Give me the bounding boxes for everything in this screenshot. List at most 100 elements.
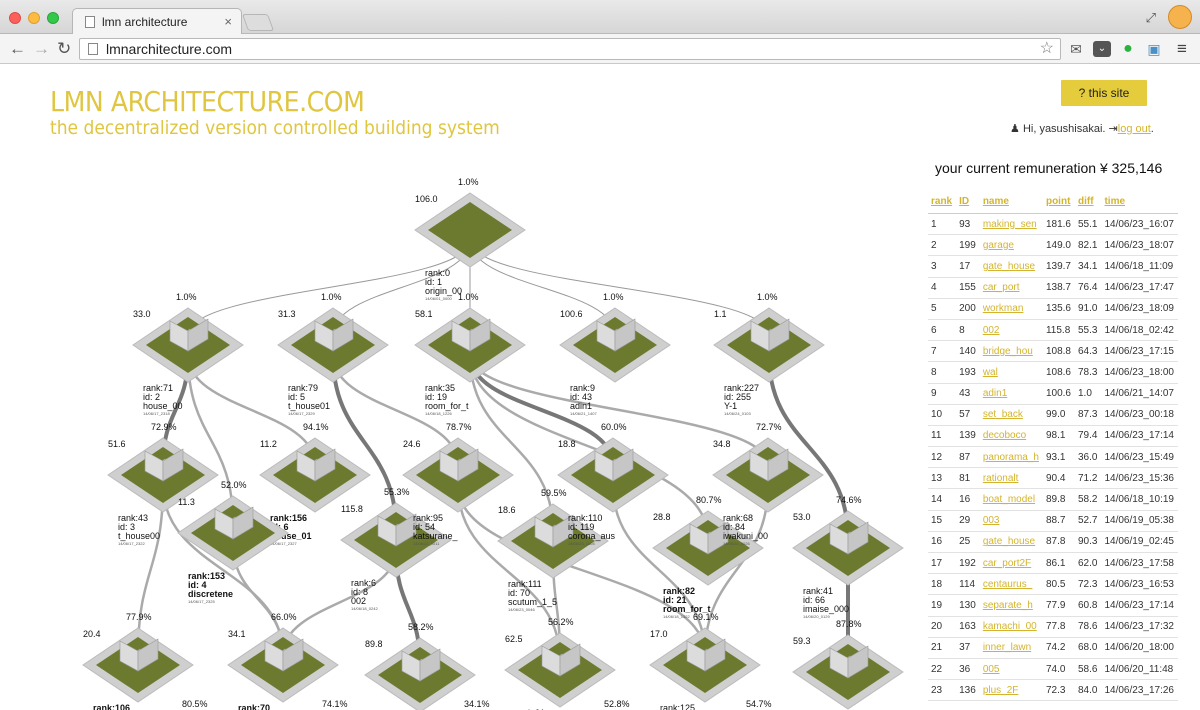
point-cell: 93.1 bbox=[1042, 446, 1075, 469]
new-tab-button[interactable] bbox=[241, 14, 275, 31]
sort-time-header[interactable]: time bbox=[1101, 192, 1178, 214]
node-date: 14/06/21_1407 bbox=[570, 411, 597, 416]
building-node[interactable]: 34.166.0%rank:70id: 12house_03 bbox=[227, 612, 339, 710]
building-node[interactable]: 18.659.5%rank:111id: 70scutum_1_514/06/2… bbox=[497, 488, 609, 612]
point-cell: 72.3 bbox=[1042, 679, 1075, 702]
building-link[interactable]: plus_2F bbox=[979, 679, 1043, 702]
building-link[interactable]: panorama_h bbox=[979, 446, 1043, 469]
menu-icon[interactable]: ≡ bbox=[1173, 40, 1191, 57]
diff-cell: 90.3 bbox=[1075, 531, 1102, 554]
building-node[interactable]: 17.069.1%rank:125id: 98otozawa_00 bbox=[649, 612, 761, 710]
id-cell: 136 bbox=[956, 679, 980, 702]
diff-cell: 87.3 bbox=[1075, 404, 1102, 426]
diff-cell: 36.0 bbox=[1075, 446, 1102, 469]
time-cell: 14/06/23_17:58 bbox=[1101, 552, 1178, 575]
building-link[interactable]: centaurus_ bbox=[979, 573, 1043, 596]
building-node[interactable]: 89.858.2%rank:14id: 16boat_model bbox=[364, 622, 476, 710]
rank-cell: 18 bbox=[928, 573, 957, 596]
pocket-extension-icon[interactable]: ⌄ bbox=[1093, 41, 1111, 57]
time-cell: 14/06/23_17:32 bbox=[1101, 616, 1178, 638]
building-link[interactable]: set_back bbox=[979, 404, 1043, 426]
table-row: 9 43 adin1 100.6 1.0 14/06/21_14:07 bbox=[928, 383, 1178, 405]
building-link[interactable]: gate_house bbox=[979, 255, 1043, 278]
rank-cell: 12 bbox=[928, 446, 957, 469]
point-cell: 80.5 bbox=[1042, 573, 1075, 596]
node-date: 14/06/18_1322 bbox=[663, 614, 690, 619]
logout-link[interactable]: log out bbox=[1118, 123, 1151, 135]
building-link[interactable]: car_port2F bbox=[979, 552, 1043, 575]
ranking-body: 1 93 making_sen 181.6 55.1 14/06/23_16:07 2 199… bbox=[928, 213, 1178, 702]
table-row: 16 25 gate_house 87.8 90.3 14/06/19_02:45 bbox=[928, 531, 1178, 554]
this-site-button[interactable]: ? this site bbox=[1061, 80, 1147, 106]
id-cell: 130 bbox=[956, 594, 980, 617]
table-row: 21 37 inner_lawn 74.2 68.0 14/06/20_18:00 bbox=[928, 637, 1178, 659]
profile-avatar-icon[interactable] bbox=[1168, 5, 1192, 29]
time-cell: 14/06/23_17:15 bbox=[1101, 340, 1178, 363]
building-node[interactable]: 34.872.7%rank:68id: 84iwakuni_0014/06/22… bbox=[712, 422, 824, 546]
building-link[interactable]: 005 bbox=[979, 658, 1043, 681]
minimize-window-button[interactable] bbox=[28, 12, 40, 24]
building-link[interactable]: decoboco bbox=[979, 425, 1043, 448]
table-row: 18 114 centaurus_ 80.5 72.3 14/06/23_16:53 bbox=[928, 573, 1178, 596]
building-link[interactable]: rationalt bbox=[979, 467, 1043, 490]
building-link[interactable]: wal bbox=[979, 361, 1043, 384]
building-link[interactable]: car_port bbox=[979, 277, 1043, 299]
reload-button[interactable]: ↻ bbox=[57, 39, 71, 59]
building-node[interactable]: 24.678.7%rank:95id: 54katsurane_14/06/22… bbox=[402, 422, 514, 546]
building-node[interactable]: 18.860.0%rank:110id: 119corona_aus14/06/… bbox=[557, 422, 669, 546]
time-cell: 14/06/23_17:14 bbox=[1101, 425, 1178, 448]
building-link[interactable]: adin1 bbox=[979, 383, 1043, 405]
building-link[interactable]: kamachi_00 bbox=[979, 616, 1043, 638]
address-bar[interactable]: lmnarchitecture.com ☆ bbox=[79, 38, 1061, 60]
sort-diff-header[interactable]: diff bbox=[1075, 192, 1102, 214]
fullscreen-icon[interactable]: ⤢ bbox=[1146, 10, 1156, 26]
rank-cell: 15 bbox=[928, 510, 957, 532]
logout-icon: ⇥ bbox=[1108, 123, 1118, 135]
table-row: 14 16 boat_model 89.8 58.2 14/06/18_10:19 bbox=[928, 488, 1178, 511]
browser-tab[interactable]: lmn architecture × bbox=[72, 8, 242, 35]
building-link[interactable]: making_sen bbox=[979, 213, 1043, 236]
point-cell: 115.8 bbox=[1042, 319, 1075, 342]
edge-percentage: 34.1% bbox=[464, 699, 490, 709]
building-link[interactable]: garage bbox=[979, 234, 1043, 257]
tab-close-icon[interactable]: × bbox=[224, 14, 232, 29]
table-row: 5 200 workman 135.6 91.0 14/06/23_18:09 bbox=[928, 298, 1178, 320]
building-link[interactable]: workman bbox=[979, 298, 1043, 320]
node-date: 14/06/17_2325 bbox=[188, 599, 215, 604]
node-score: 115.8 bbox=[341, 504, 363, 514]
building-node[interactable]: 115.855.3%rank:6id: 800214/06/18_0242 bbox=[340, 487, 452, 611]
bookmark-star-icon[interactable]: ☆ bbox=[1040, 39, 1054, 59]
building-link[interactable]: 002 bbox=[979, 319, 1043, 342]
camera-extension-icon[interactable]: ▣ bbox=[1145, 41, 1163, 57]
diff-cell: 34.1 bbox=[1075, 255, 1102, 278]
close-window-button[interactable] bbox=[9, 12, 21, 24]
time-cell: 14/06/23_16:53 bbox=[1101, 573, 1178, 596]
back-button[interactable]: ← bbox=[9, 39, 26, 59]
chat-extension-icon[interactable]: ● bbox=[1119, 41, 1137, 57]
building-link[interactable]: boat_model bbox=[979, 488, 1043, 511]
building-link[interactable]: gate_house bbox=[979, 531, 1043, 554]
building-link[interactable]: separate_h bbox=[979, 594, 1043, 617]
forward-button[interactable]: → bbox=[33, 39, 50, 59]
point-cell: 138.7 bbox=[1042, 277, 1075, 299]
sort-id-header[interactable]: ID bbox=[956, 192, 980, 214]
node-name: scutum_1_5 bbox=[508, 597, 557, 607]
page-content: LMN ARCHITECTURE.COM the decentralized v… bbox=[0, 65, 1200, 710]
building-node[interactable]: 11.352.0%rank:153id: 4discretene14/06/17… bbox=[177, 480, 289, 604]
building-link[interactable]: inner_lawn bbox=[979, 637, 1043, 659]
node-score: 100.6 bbox=[560, 309, 583, 319]
building-link[interactable]: bridge_hou bbox=[979, 340, 1043, 363]
rank-cell: 14 bbox=[928, 488, 957, 511]
zoom-window-button[interactable] bbox=[47, 12, 59, 24]
sort-point-header[interactable]: point bbox=[1042, 192, 1075, 214]
building-link[interactable]: 003 bbox=[979, 510, 1043, 532]
node-percentage: 60.0% bbox=[601, 422, 627, 432]
sort-rank-header[interactable]: rank bbox=[928, 192, 957, 214]
sort-name-header[interactable]: name bbox=[979, 192, 1043, 214]
building-node[interactable]: 1.11.0%rank:227id: 255Y-114/06/24_0103 bbox=[713, 292, 825, 416]
mail-extension-icon[interactable]: ✉ bbox=[1067, 41, 1085, 57]
building-node[interactable]: 100.61.0%rank:9id: 43adin114/06/21_1407 bbox=[559, 292, 671, 416]
node-date: 14/06/18_1226 bbox=[425, 411, 452, 416]
rank-cell: 4 bbox=[928, 277, 957, 299]
point-cell: 181.6 bbox=[1042, 213, 1075, 236]
